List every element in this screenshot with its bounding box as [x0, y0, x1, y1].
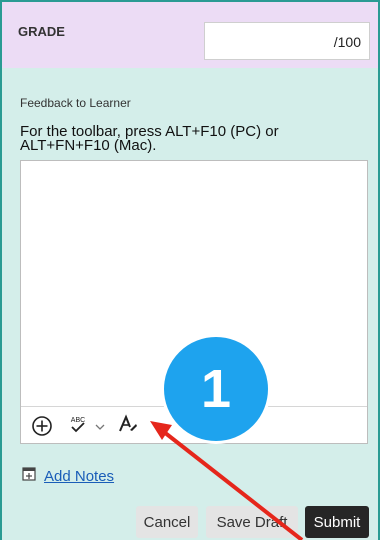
- annotation-arrow: [150, 421, 304, 540]
